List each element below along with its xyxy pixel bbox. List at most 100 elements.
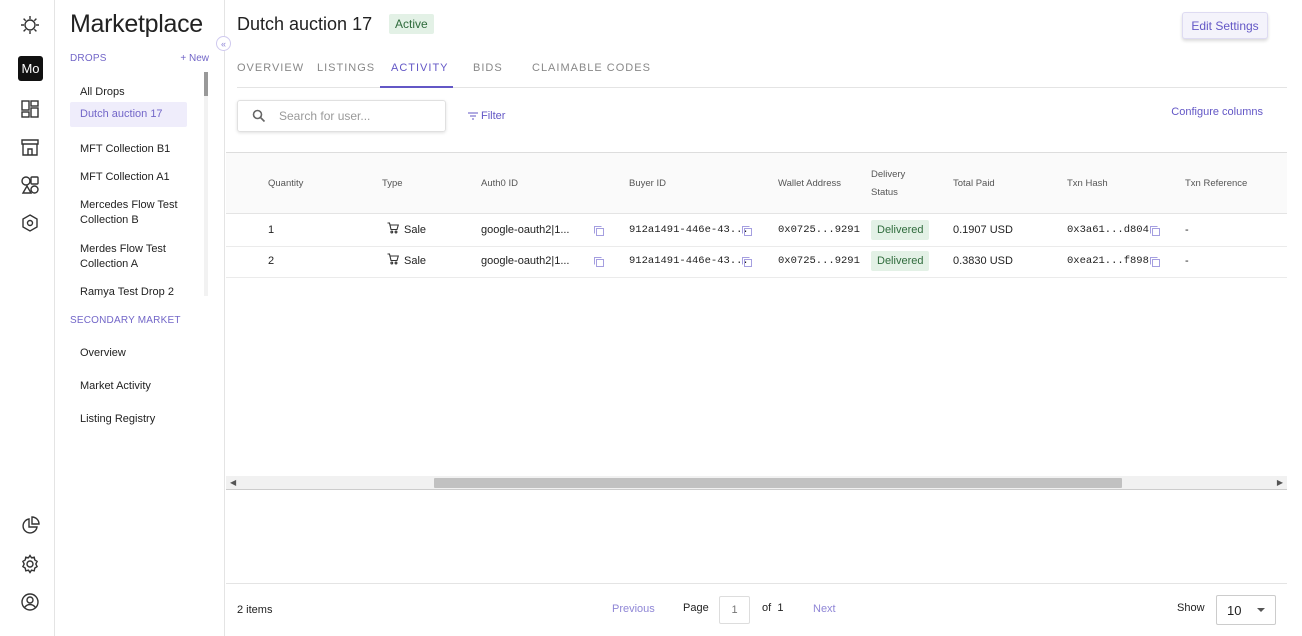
total-pages-value: 1	[777, 602, 784, 614]
cell-type: Sale	[404, 255, 427, 267]
active-tab-indicator	[380, 86, 453, 88]
cell-wallet-address: 0x0725...9291	[778, 224, 860, 236]
copy-icon[interactable]	[1149, 256, 1161, 268]
cell-total-paid: 0.3830 USD	[953, 255, 1013, 267]
cart-icon	[387, 222, 399, 234]
sidebar-scrollbar[interactable]	[204, 72, 208, 296]
dashboard-icon[interactable]	[17, 96, 43, 122]
copy-icon[interactable]	[741, 256, 753, 268]
search-input[interactable]	[279, 109, 429, 123]
filter-button[interactable]: Filter	[468, 110, 505, 122]
cell-auth0-id: google-oauth2|1...	[481, 255, 570, 267]
sidebar-scrollbar-thumb[interactable]	[204, 72, 208, 96]
delivery-status-badge: Delivered	[871, 220, 930, 240]
status-badge: Active	[389, 14, 434, 34]
collections-icon[interactable]	[17, 172, 43, 198]
edit-settings-button[interactable]: Edit Settings	[1182, 12, 1268, 39]
cell-txn-reference: -	[1185, 224, 1189, 236]
tab-listings[interactable]: LISTINGS	[317, 62, 375, 74]
tab-bar: OVERVIEW LISTINGS ACTIVITY BIDS CLAIMABL…	[237, 54, 1287, 88]
col-txn-hash[interactable]: Txn Hash	[1067, 175, 1108, 193]
collapse-sidebar-button[interactable]: «	[216, 36, 231, 51]
sidebar-item-mercedes-flow-test-b[interactable]: Mercedes Flow Test Collection B	[80, 198, 185, 228]
table-row[interactable]: 1 Sale google-oauth2|1... 912a1491-446e-…	[226, 215, 1287, 247]
sidebar-item-all-drops[interactable]: All Drops	[80, 85, 190, 100]
page-size-value: 10	[1227, 602, 1242, 618]
cell-txn-reference: -	[1185, 255, 1189, 267]
col-buyer-id[interactable]: Buyer ID	[629, 175, 666, 193]
table-scrollbar-thumb[interactable]	[434, 478, 1122, 488]
col-total-paid[interactable]: Total Paid	[953, 175, 995, 193]
items-count: 2 items	[237, 604, 273, 616]
col-txn-reference[interactable]: Txn Reference	[1185, 175, 1247, 193]
col-quantity[interactable]: Quantity	[268, 175, 303, 193]
copy-icon[interactable]	[1149, 225, 1161, 237]
search-icon	[252, 109, 266, 123]
sidebar-item-mft-collection-b1[interactable]: MFT Collection B1	[80, 142, 190, 157]
cart-icon	[387, 253, 399, 265]
col-wallet-address[interactable]: Wallet Address	[778, 175, 841, 193]
org-avatar[interactable]: Mo	[18, 56, 43, 81]
tab-overview[interactable]: OVERVIEW	[237, 62, 304, 74]
table-horizontal-scrollbar[interactable]: ◀ ▶	[226, 476, 1287, 489]
sidebar-item-market-activity[interactable]: Market Activity	[80, 379, 190, 394]
col-delivery-status-line2: Status	[871, 187, 898, 198]
secondary-market-section-label: SECONDARY MARKET	[70, 315, 181, 326]
copy-icon[interactable]	[741, 225, 753, 237]
previous-page-button[interactable]: Previous	[612, 603, 655, 615]
filter-label: Filter	[481, 110, 506, 122]
col-auth0-id[interactable]: Auth0 ID	[481, 175, 518, 193]
next-page-button[interactable]: Next	[813, 603, 836, 615]
search-box[interactable]	[237, 100, 446, 132]
col-delivery-status-line1: Delivery	[871, 169, 906, 180]
cell-txn-hash: 0x3a61...d804	[1067, 224, 1149, 236]
tab-claimable-codes[interactable]: CLAIMABLE CODES	[532, 62, 651, 74]
copy-icon[interactable]	[593, 225, 605, 237]
col-delivery-status[interactable]: Delivery Status	[871, 166, 905, 202]
col-type[interactable]: Type	[382, 175, 403, 193]
main-content: Dutch auction 17 Active Edit Settings OV…	[226, 0, 1302, 636]
sidebar-item-merdes-flow-test-a[interactable]: Merdes Flow Test Collection A	[80, 242, 185, 272]
logo-icon[interactable]	[17, 12, 43, 38]
drops-section-label: DROPS	[70, 53, 107, 64]
chevron-down-icon	[1257, 608, 1265, 612]
table-header: Quantity Type Auth0 ID Buyer ID Wallet A…	[226, 153, 1287, 214]
analytics-icon[interactable]	[17, 513, 43, 539]
new-drop-button[interactable]: + New	[180, 53, 209, 64]
configure-columns-button[interactable]: Configure columns	[1171, 106, 1263, 118]
sidebar-title: Marketplace	[70, 10, 203, 38]
user-account-icon[interactable]	[17, 589, 43, 615]
page-number-input[interactable]	[719, 596, 750, 624]
page-size-select[interactable]: 10	[1216, 595, 1276, 625]
tab-activity[interactable]: ACTIVITY	[391, 62, 449, 74]
cell-txn-hash: 0xea21...f898	[1067, 255, 1149, 267]
show-label: Show	[1177, 602, 1205, 614]
sidebar-item-dutch-auction-17[interactable]: Dutch auction 17	[70, 102, 187, 127]
filter-icon	[468, 112, 478, 120]
sidebar-item-listing-registry[interactable]: Listing Registry	[80, 412, 190, 427]
page-title: Dutch auction 17	[237, 14, 373, 34]
activity-table: Quantity Type Auth0 ID Buyer ID Wallet A…	[226, 152, 1287, 490]
network-icon[interactable]	[17, 210, 43, 236]
tab-bids[interactable]: BIDS	[473, 62, 503, 74]
marketplace-icon[interactable]	[17, 134, 43, 160]
cell-wallet-address: 0x0725...9291	[778, 255, 860, 267]
icon-rail: Mo	[0, 0, 55, 636]
sidebar-item-ramya-test-drop-2[interactable]: Ramya Test Drop 2	[80, 285, 190, 300]
of-label: of	[762, 602, 772, 614]
table-row[interactable]: 2 Sale google-oauth2|1... 912a1491-446e-…	[226, 246, 1287, 278]
total-pages: of 1	[762, 602, 783, 614]
pagination-footer: 2 items Previous Page of 1 Next Show 10	[226, 583, 1287, 636]
cell-auth0-id: google-oauth2|1...	[481, 224, 570, 236]
cell-quantity: 1	[268, 224, 275, 236]
cell-total-paid: 0.1907 USD	[953, 224, 1013, 236]
copy-icon[interactable]	[593, 256, 605, 268]
scroll-right-arrow-icon[interactable]: ▶	[1277, 478, 1283, 487]
sidebar: Marketplace DROPS + New All Drops Dutch …	[55, 0, 225, 636]
cell-type: Sale	[404, 224, 427, 236]
settings-icon[interactable]	[17, 551, 43, 577]
scroll-left-arrow-icon[interactable]: ◀	[230, 478, 236, 487]
cell-buyer-id: 912a1491-446e-43...	[629, 224, 749, 236]
sidebar-item-overview[interactable]: Overview	[80, 346, 190, 361]
sidebar-item-mft-collection-a1[interactable]: MFT Collection A1	[80, 170, 190, 185]
